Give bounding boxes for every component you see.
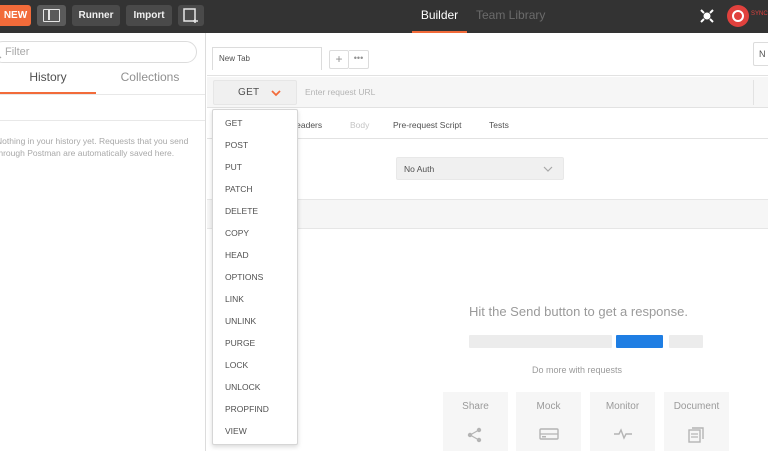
card-label: Monitor [605, 401, 640, 412]
card-label: Document [673, 401, 720, 412]
method-option-propfind[interactable]: PROPFIND [213, 398, 297, 420]
method-label: GET [238, 87, 260, 98]
tab-tests[interactable]: Tests [489, 120, 509, 130]
toggle-sidebar-button[interactable] [37, 5, 66, 26]
response-empty-title: Hit the Send button to get a response. [469, 304, 688, 319]
method-option-link[interactable]: LINK [213, 288, 297, 310]
method-option-unlink[interactable]: UNLINK [213, 310, 297, 332]
filter-input[interactable]: Filter [0, 41, 197, 63]
tab-collections[interactable]: Collections [96, 70, 204, 94]
request-url-bar: GET Enter request URL [207, 77, 768, 108]
runner-button[interactable]: Runner [72, 5, 120, 26]
monitor-card[interactable]: Monitor [590, 392, 655, 451]
document-icon [688, 427, 704, 443]
auth-type-select[interactable]: No Auth [396, 157, 564, 180]
search-icon [0, 56, 2, 59]
method-option-options[interactable]: OPTIONS [213, 266, 297, 288]
request-tabs-bar: New Tab + ••• N [207, 33, 768, 76]
monitor-pulse-icon [614, 428, 632, 440]
method-option-purge[interactable]: PURGE [213, 332, 297, 354]
builder-tab[interactable]: Builder [412, 0, 467, 33]
auth-type-value: No Auth [404, 164, 435, 174]
share-icon [467, 427, 482, 443]
method-option-copy[interactable]: COPY [213, 222, 297, 244]
do-more-label: Do more with requests [532, 365, 623, 375]
more-tabs-button[interactable]: ••• [349, 50, 369, 69]
url-placeholder: Enter request URL [305, 87, 376, 97]
divider [0, 94, 205, 95]
divider [0, 120, 205, 121]
mock-card[interactable]: Mock [516, 392, 581, 451]
filter-placeholder: Filter [5, 46, 30, 58]
sidebar: Filter History Collections Nothing in yo… [0, 33, 206, 451]
method-option-lock[interactable]: LOCK [213, 354, 297, 376]
new-window-button[interactable] [178, 5, 204, 26]
url-input[interactable]: Enter request URL [299, 80, 751, 105]
method-option-head[interactable]: HEAD [213, 244, 297, 266]
method-select[interactable]: GET [213, 80, 297, 105]
team-library-tab[interactable]: Team Library [476, 0, 546, 33]
history-empty-message: Nothing in your history yet. Requests th… [0, 136, 189, 158]
method-option-post[interactable]: POST [213, 134, 297, 156]
share-card[interactable]: Share [443, 392, 508, 451]
tab-history[interactable]: History [0, 70, 96, 94]
method-option-patch[interactable]: PATCH [213, 178, 297, 200]
add-tab-button[interactable]: + [329, 50, 349, 69]
top-toolbar: NEW Runner Import Builder Team Library S… [0, 0, 768, 33]
tab-pre-request-script[interactable]: Pre-request Script [393, 120, 462, 130]
new-window-icon [183, 8, 198, 23]
sync-status-icon[interactable] [727, 5, 749, 27]
card-label: Share [462, 401, 489, 412]
method-option-unlock[interactable]: UNLOCK [213, 376, 297, 398]
chevron-down-icon [543, 166, 553, 172]
skeleton-send-bar [616, 335, 663, 348]
new-button[interactable]: NEW [0, 5, 31, 26]
mock-server-icon [539, 428, 559, 440]
params-button[interactable] [753, 80, 768, 105]
environment-select[interactable]: N [753, 42, 768, 66]
request-tab[interactable]: New Tab [212, 47, 322, 70]
method-option-view[interactable]: VIEW [213, 420, 297, 442]
chevron-down-icon [271, 90, 281, 97]
import-button[interactable]: Import [126, 5, 172, 26]
method-dropdown-menu: GET POST PUT PATCH DELETE COPY HEAD OPTI… [212, 109, 298, 445]
skeleton-bar [469, 335, 612, 348]
document-card[interactable]: Document [664, 392, 729, 451]
method-option-delete[interactable]: DELETE [213, 200, 297, 222]
sidebar-layout-icon [43, 9, 60, 22]
tab-body[interactable]: Body [350, 120, 369, 130]
card-label: Mock [536, 401, 561, 412]
skeleton-bar [669, 335, 703, 348]
method-option-put[interactable]: PUT [213, 156, 297, 178]
method-option-get[interactable]: GET [213, 112, 297, 134]
interceptor-satellite-icon[interactable] [697, 6, 717, 26]
sync-label: SYNC [751, 11, 768, 17]
